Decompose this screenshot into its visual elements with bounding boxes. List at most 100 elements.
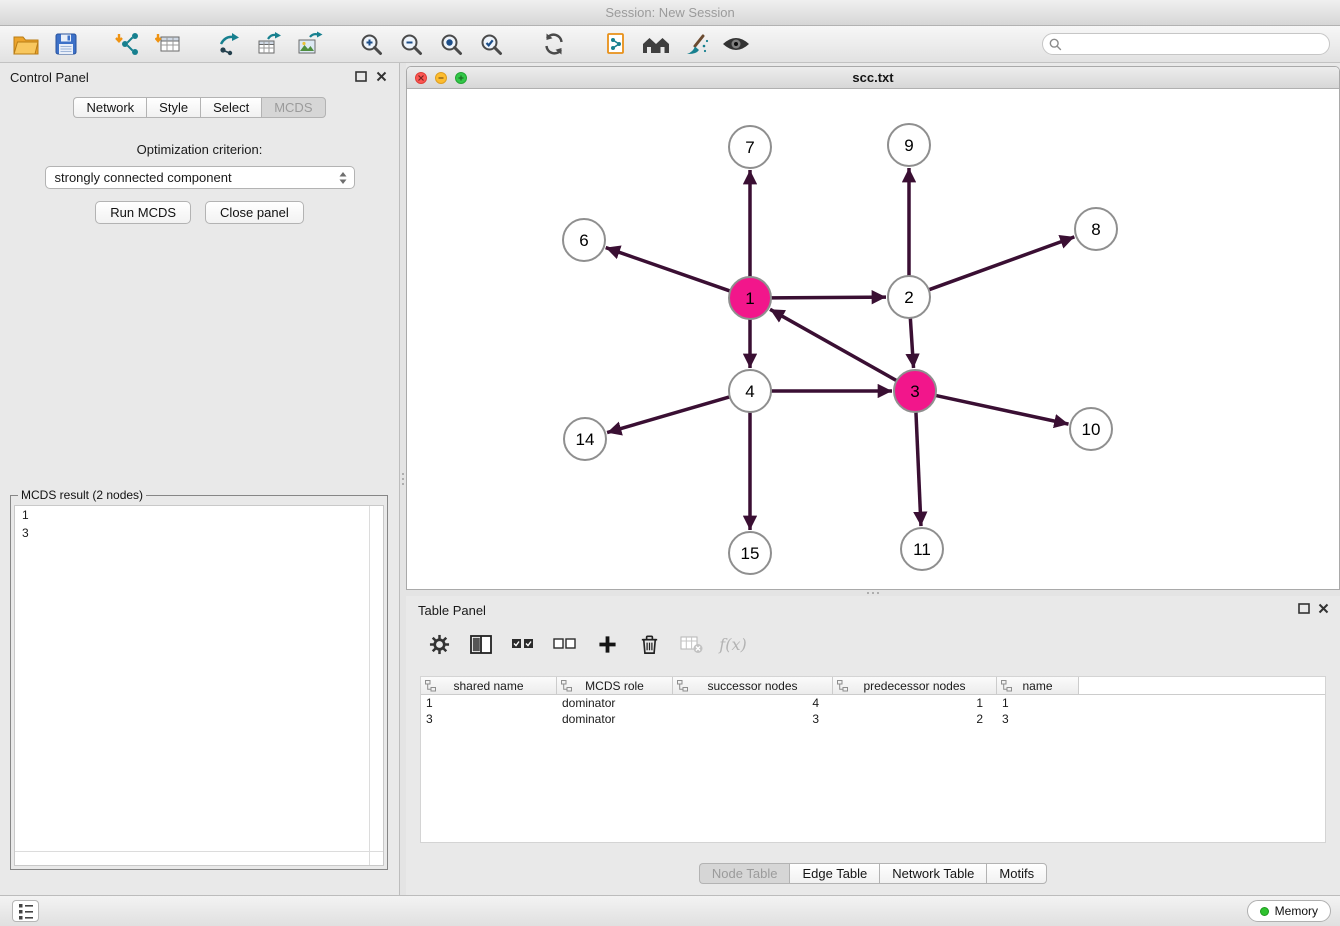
graph-node-4[interactable]: 4: [729, 370, 771, 412]
network-window: scc.txt 7 9 6 8 1 2 4 3 14 10 15 11: [406, 66, 1340, 590]
column-header-successor-nodes[interactable]: successor nodes: [673, 677, 833, 695]
edge-1-6[interactable]: [606, 248, 730, 291]
graph-node-15[interactable]: 15: [729, 532, 771, 574]
search-icon: [1048, 37, 1062, 51]
svg-text:4: 4: [745, 382, 754, 401]
search-input[interactable]: [1042, 33, 1330, 55]
criterion-dropdown[interactable]: strongly connected component: [45, 166, 355, 189]
svg-text:10: 10: [1082, 420, 1101, 439]
column-tree-icon: [561, 680, 572, 692]
svg-text:8: 8: [1091, 220, 1100, 239]
table-tab-node-table[interactable]: Node Table: [699, 863, 790, 884]
graph-node-8[interactable]: 8: [1075, 208, 1117, 250]
open-session-button[interactable]: [10, 28, 41, 60]
plus-icon: [598, 635, 617, 654]
mcds-result-box: MCDS result (2 nodes) 13: [10, 488, 388, 870]
edge-4-14[interactable]: [607, 397, 730, 433]
zoom-out-button[interactable]: [396, 28, 427, 60]
edge-3-11[interactable]: [916, 412, 921, 526]
mcds-result-item[interactable]: 3: [15, 524, 383, 542]
status-bar: Memory: [0, 895, 1340, 926]
column-header-predecessor-nodes[interactable]: predecessor nodes: [833, 677, 997, 695]
minimize-traffic-light[interactable]: [435, 72, 447, 84]
graph-node-10[interactable]: 10: [1070, 408, 1112, 450]
task-history-button[interactable]: [12, 900, 39, 922]
table-row-1[interactable]: 1dominator411: [421, 695, 1325, 711]
graph-node-6[interactable]: 6: [563, 219, 605, 261]
table-header-row: shared nameMCDS rolesuccessor nodesprede…: [421, 677, 1325, 695]
control-tab-mcds[interactable]: MCDS: [261, 97, 325, 118]
memory-button[interactable]: Memory: [1247, 900, 1331, 922]
table-tab-network-table[interactable]: Network Table: [879, 863, 986, 884]
run-mcds-button[interactable]: Run MCDS: [95, 201, 191, 224]
column-header-shared-name[interactable]: shared name: [421, 677, 557, 695]
control-tab-select[interactable]: Select: [200, 97, 261, 118]
edge-3-10[interactable]: [936, 395, 1069, 424]
memory-label: Memory: [1275, 904, 1318, 918]
graph-node-9[interactable]: 9: [888, 124, 930, 166]
table-panel: Table Panel: [406, 596, 1340, 888]
delete-table-button: [678, 631, 704, 657]
delete-column-button[interactable]: [636, 631, 662, 657]
network-overview-button[interactable]: [640, 28, 671, 60]
close-panel-button[interactable]: Close panel: [205, 201, 304, 224]
mcds-result-item[interactable]: 1: [15, 506, 383, 524]
network-graph: 7 9 6 8 1 2 4 3 14 10 15 11: [407, 89, 1339, 589]
control-tab-style[interactable]: Style: [146, 97, 200, 118]
column-header-MCDS-role[interactable]: MCDS role: [557, 677, 673, 695]
import-table-button[interactable]: [152, 28, 183, 60]
cell-shared-name: 3: [421, 712, 557, 726]
table-row-3[interactable]: 3dominator323: [421, 711, 1325, 727]
graph-node-14[interactable]: 14: [564, 418, 606, 460]
add-column-button[interactable]: [594, 631, 620, 657]
clipboard-network-button[interactable]: [600, 28, 631, 60]
zoom-fit-icon: [439, 32, 464, 57]
export-network-button[interactable]: [214, 28, 245, 60]
export-table-button[interactable]: [254, 28, 285, 60]
zoom-in-button[interactable]: [356, 28, 387, 60]
gear-icon: [429, 634, 450, 655]
svg-text:14: 14: [576, 430, 595, 449]
close-traffic-light[interactable]: [415, 72, 427, 84]
graph-node-1[interactable]: 1: [729, 277, 771, 319]
graph-node-2[interactable]: 2: [888, 276, 930, 318]
control-tab-network[interactable]: Network: [73, 97, 146, 118]
table-close-panel-icon[interactable]: [1318, 603, 1329, 614]
table-float-panel-icon[interactable]: [1298, 603, 1310, 614]
zoom-selected-button[interactable]: [476, 28, 507, 60]
graph-node-7[interactable]: 7: [729, 126, 771, 168]
column-header-filler: [1079, 677, 1325, 695]
apply-style-button[interactable]: [680, 28, 711, 60]
column-header-name[interactable]: name: [997, 677, 1079, 695]
show-hide-graphics-button[interactable]: [720, 28, 751, 60]
import-network-button[interactable]: [112, 28, 143, 60]
edge-2-8[interactable]: [929, 237, 1075, 290]
eye-icon: [722, 35, 750, 53]
show-columns-button[interactable]: [468, 631, 494, 657]
save-session-button[interactable]: [50, 28, 81, 60]
clipboard-network-icon: [604, 32, 628, 56]
control-panel-title: Control Panel: [10, 70, 89, 85]
refresh-view-button[interactable]: [538, 28, 569, 60]
table-settings-button[interactable]: [426, 631, 452, 657]
trash-icon: [638, 633, 661, 656]
deselect-all-button[interactable]: [552, 631, 578, 657]
network-window-titlebar[interactable]: scc.txt: [407, 67, 1339, 89]
network-canvas[interactable]: 7 9 6 8 1 2 4 3 14 10 15 11: [407, 89, 1339, 589]
criterion-dropdown-value: strongly connected component: [55, 170, 232, 185]
graph-node-11[interactable]: 11: [901, 528, 943, 570]
table-tab-edge-table[interactable]: Edge Table: [789, 863, 879, 884]
edge-1-2[interactable]: [771, 297, 886, 298]
export-image-button[interactable]: [294, 28, 325, 60]
edge-3-1[interactable]: [770, 309, 897, 380]
edge-2-3[interactable]: [910, 318, 913, 368]
window-title: Session: New Session: [605, 5, 734, 20]
float-panel-icon[interactable]: [355, 71, 367, 82]
select-all-button[interactable]: [510, 631, 536, 657]
refresh-icon: [541, 31, 567, 57]
table-tab-motifs[interactable]: Motifs: [986, 863, 1047, 884]
zoom-fit-button[interactable]: [436, 28, 467, 60]
graph-node-3[interactable]: 3: [894, 370, 936, 412]
zoom-traffic-light[interactable]: [455, 72, 467, 84]
close-panel-icon[interactable]: [376, 71, 387, 82]
